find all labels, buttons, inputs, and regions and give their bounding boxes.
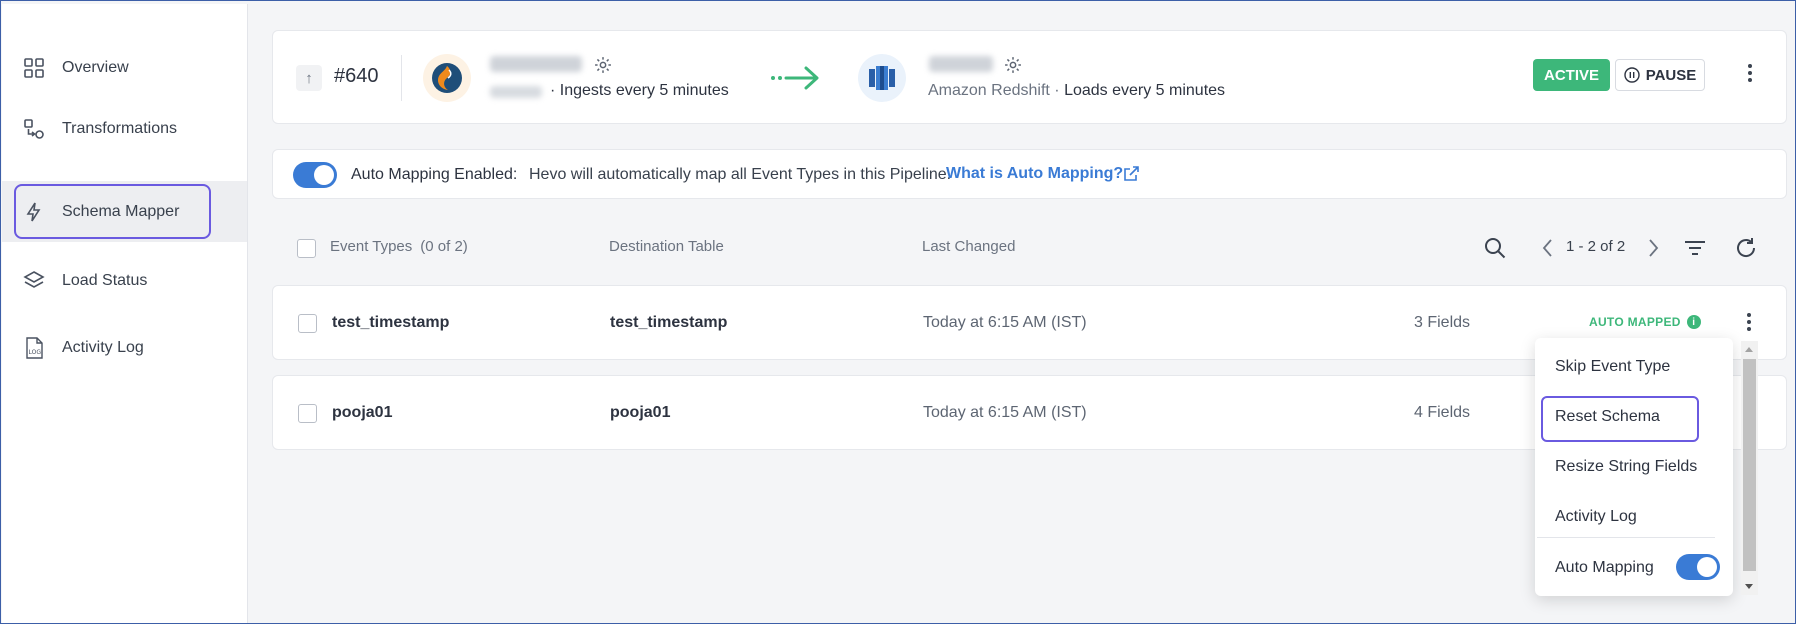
sidebar-item-label: Transformations: [62, 119, 177, 137]
sidebar-item-label: Overview: [62, 58, 129, 76]
event-type-name[interactable]: pooja01: [332, 404, 392, 422]
redshift-icon: [858, 54, 906, 102]
column-last-changed[interactable]: Last Changed: [922, 238, 1015, 255]
pause-label: PAUSE: [1645, 66, 1697, 84]
source-schedule-text: Ingests every 5 minutes: [559, 82, 729, 99]
sidebar-item-load-status[interactable]: Load Status: [2, 250, 247, 311]
menu-scrollbar[interactable]: [1741, 341, 1758, 595]
auto-mapping-label: Auto Mapping Enabled:: [351, 166, 518, 183]
status-badge: ACTIVE: [1533, 59, 1611, 91]
gear-icon[interactable]: [593, 55, 613, 75]
sidebar-item-transformations[interactable]: Transformations: [2, 98, 247, 159]
pause-button[interactable]: PAUSE: [1615, 59, 1705, 91]
column-label: Event Types: [330, 238, 413, 255]
last-changed: Today at 6:15 AM (IST): [923, 404, 1087, 421]
mapping-status: AUTO MAPPED i: [1589, 315, 1701, 329]
menu-item-label: Skip Event Type: [1555, 358, 1671, 375]
column-event-types[interactable]: Event Types (0 of 2): [330, 238, 468, 255]
row-actions-menu: Skip Event Type Reset Schema Resize Stri…: [1535, 338, 1733, 596]
destination-table-name: pooja01: [610, 404, 671, 421]
flow-arrow-icon: [771, 66, 819, 90]
destination-schedule: Loads every 5 minutes: [1064, 82, 1226, 99]
last-changed: Today at 6:15 AM (IST): [923, 314, 1087, 331]
table-header: Event Types (0 of 2) Destination Table La…: [272, 226, 1787, 270]
auto-mapping-banner: Auto Mapping Enabled: Hevo will automati…: [272, 149, 1787, 199]
filter-icon[interactable]: [1682, 235, 1708, 261]
pause-circle-icon: [1624, 67, 1640, 83]
svg-text:LOG: LOG: [29, 349, 42, 356]
menu-item-label: Resize String Fields: [1555, 458, 1698, 475]
arrow-up-icon[interactable]: ↑: [296, 65, 322, 91]
transform-icon: [24, 118, 44, 139]
bolt-icon: [26, 202, 41, 221]
menu-item-reset-schema[interactable]: Reset Schema: [1535, 395, 1715, 442]
field-count[interactable]: 4 Fields: [1414, 404, 1470, 422]
column-destination-table[interactable]: Destination Table: [609, 238, 724, 255]
refresh-icon[interactable]: [1733, 235, 1759, 261]
app-window: Overview Transformations Schema Mapper L…: [0, 0, 1796, 624]
source-schedule: · Ingests every 5 minutes: [550, 82, 729, 99]
menu-item-label: Activity Log: [1555, 508, 1637, 525]
auto-mapping-help-link[interactable]: What is Auto Mapping?: [946, 165, 1123, 183]
auto-mapping-toggle[interactable]: [293, 162, 337, 188]
search-icon[interactable]: [1482, 235, 1508, 261]
event-type-name[interactable]: test_timestamp: [332, 314, 449, 332]
layers-icon: [23, 270, 45, 288]
sidebar-item-activity-log[interactable]: LOG Activity Log: [2, 317, 247, 378]
log-file-icon: LOG: [26, 336, 43, 359]
menu-item-skip-event-type[interactable]: Skip Event Type: [1535, 345, 1715, 389]
chevron-right-icon[interactable]: [1640, 235, 1666, 261]
menu-item-activity-log[interactable]: Activity Log: [1535, 495, 1715, 539]
select-all-checkbox[interactable]: [297, 239, 316, 258]
selection-highlight: [1541, 396, 1699, 442]
sidebar-item-overview[interactable]: Overview: [2, 37, 247, 98]
scroll-down-icon[interactable]: [1745, 584, 1753, 589]
sidebar-item-schema-mapper[interactable]: Schema Mapper: [2, 181, 247, 242]
menu-item-resize-string-fields[interactable]: Resize String Fields: [1535, 445, 1715, 489]
destination-info: Amazon Redshift · Loads every 5 minutes: [928, 82, 1226, 99]
menu-divider: [1537, 537, 1715, 538]
grid-icon: [24, 57, 44, 78]
mapping-status-label: AUTO MAPPED: [1589, 315, 1681, 329]
sidebar-item-label: Activity Log: [62, 338, 144, 356]
chevron-left-icon[interactable]: [1535, 235, 1561, 261]
pipeline-header: ↑ #640 · Ingests every 5 minutes Amazon …: [272, 30, 1787, 124]
auto-mapping-toggle[interactable]: [1676, 554, 1720, 580]
source-db-icon: [423, 54, 471, 102]
info-icon[interactable]: i: [1686, 315, 1701, 329]
row-more-options-icon[interactable]: [1746, 313, 1752, 335]
external-link-icon[interactable]: [1122, 165, 1140, 183]
source-name-redacted: [490, 56, 582, 72]
destination-name-redacted: [929, 56, 993, 72]
sidebar-item-label: Load Status: [62, 271, 148, 289]
field-count[interactable]: 3 Fields: [1414, 314, 1470, 332]
more-options-icon[interactable]: [1747, 64, 1753, 86]
destination-type: Amazon Redshift: [928, 82, 1050, 99]
menu-item-label: Auto Mapping: [1555, 559, 1654, 576]
destination-table-name: test_timestamp: [610, 314, 728, 331]
row-checkbox[interactable]: [298, 404, 317, 423]
source-type-redacted: [490, 86, 542, 98]
divider: [401, 55, 402, 101]
auto-mapping-description: Hevo will automatically map all Event Ty…: [529, 166, 952, 183]
pipeline-number: #640: [334, 65, 379, 87]
pagination-range: 1 - 2 of 2: [1566, 238, 1626, 255]
selection-count: (0 of 2): [420, 238, 468, 255]
scroll-up-icon[interactable]: [1745, 347, 1753, 352]
scrollbar-thumb[interactable]: [1743, 359, 1756, 571]
gear-icon[interactable]: [1003, 55, 1023, 75]
row-checkbox[interactable]: [298, 314, 317, 333]
sidebar: Overview Transformations Schema Mapper L…: [2, 4, 248, 623]
